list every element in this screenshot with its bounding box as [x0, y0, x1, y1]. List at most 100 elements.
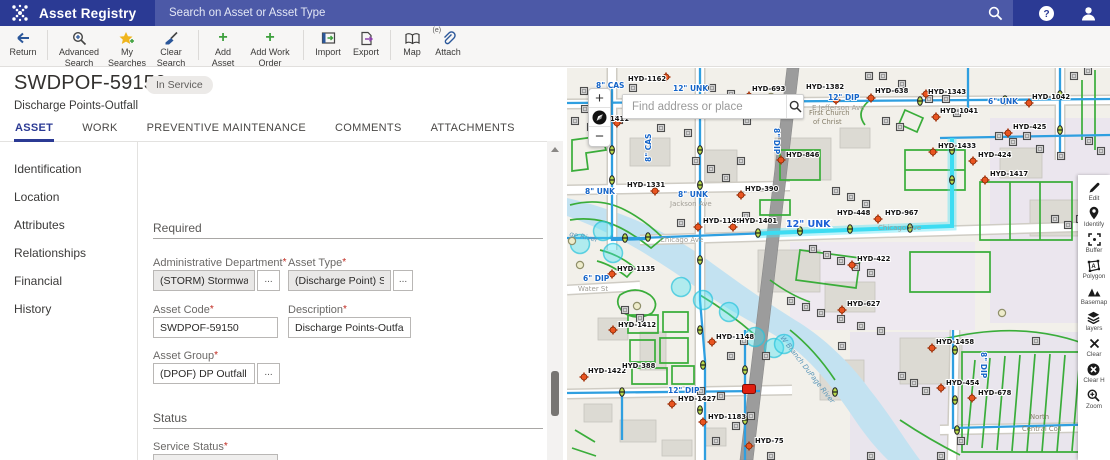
catch-basin-marker[interactable] [1063, 220, 1073, 230]
catch-basin-marker[interactable] [856, 321, 866, 331]
valve-marker[interactable] [952, 395, 958, 405]
map-tool-clear-h[interactable]: Clear H [1083, 362, 1105, 384]
valve-marker[interactable] [609, 145, 615, 155]
catch-basin-marker[interactable] [861, 199, 871, 209]
clear-search-button[interactable]: Clear Search [149, 26, 193, 68]
locate-button[interactable] [589, 108, 610, 127]
sidebar-item-location[interactable]: Location [0, 183, 137, 211]
attach-button[interactable]: (e) Attach [428, 26, 468, 58]
catch-basin-marker[interactable] [866, 268, 876, 278]
catch-basin-marker[interactable] [736, 156, 746, 166]
form-scrollbar[interactable] [547, 141, 563, 460]
selected-asset-halo[interactable] [692, 289, 714, 311]
manhole-marker[interactable] [632, 301, 642, 311]
catch-basin-marker[interactable] [656, 123, 666, 133]
sidebar-item-identification[interactable]: Identification [0, 155, 137, 183]
scroll-thumb[interactable] [551, 371, 559, 416]
valve-marker[interactable] [622, 233, 628, 243]
catch-basin-marker[interactable] [837, 341, 847, 351]
catch-basin-marker[interactable] [994, 131, 1004, 141]
zoom-in-button[interactable]: + [589, 89, 610, 108]
sidebar-item-financial[interactable]: Financial [0, 267, 137, 295]
map-tool-zoom[interactable]: Zoom [1086, 388, 1102, 410]
catch-basin-marker[interactable] [731, 421, 741, 431]
valve-marker[interactable] [847, 224, 853, 234]
catch-basin-marker[interactable] [808, 244, 818, 254]
catch-basin-marker[interactable] [921, 386, 931, 396]
tab-asset[interactable]: ASSET [14, 118, 55, 142]
tab-work[interactable]: WORK [81, 118, 118, 142]
catch-basin-marker[interactable] [816, 308, 826, 318]
selected-asset-halo[interactable] [602, 242, 624, 264]
catch-basin-marker[interactable] [876, 326, 886, 336]
valve-marker[interactable] [949, 175, 955, 185]
import-button[interactable]: Import [309, 26, 347, 58]
admin-dept-field[interactable] [153, 270, 255, 291]
catch-basin-marker[interactable] [570, 116, 580, 126]
catch-basin-marker[interactable] [866, 451, 876, 460]
advanced-search-button[interactable]: Advanced Search [53, 26, 105, 68]
valve-marker[interactable] [619, 387, 625, 397]
map-button[interactable]: Map [396, 26, 428, 58]
map-tool-clear[interactable]: Clear [1086, 336, 1102, 358]
catch-basin-marker[interactable] [579, 86, 589, 96]
catch-basin-marker[interactable] [746, 411, 756, 421]
catch-basin-marker[interactable] [909, 378, 919, 388]
catch-basin-marker[interactable] [706, 164, 716, 174]
catch-basin-marker[interactable] [676, 218, 686, 228]
valve-marker[interactable] [697, 325, 703, 335]
catch-basin-marker[interactable] [881, 116, 891, 126]
catch-basin-marker[interactable] [941, 94, 951, 104]
valve-marker[interactable] [645, 232, 651, 242]
valve-marker[interactable] [1057, 125, 1063, 135]
map-canvas[interactable]: HYD-11621411HYD-693 HYD-1382 HYD-638 HYD-13… [567, 68, 1110, 460]
catch-basin-marker[interactable] [766, 451, 776, 460]
valve-marker[interactable] [952, 345, 958, 355]
valve-marker[interactable] [954, 425, 960, 435]
catch-basin-marker[interactable] [1069, 71, 1079, 81]
valve-marker[interactable] [697, 255, 703, 265]
map-tool-basemap[interactable]: Basemap [1081, 284, 1107, 306]
map-search-button[interactable] [786, 95, 803, 118]
valve-marker[interactable] [609, 175, 615, 185]
catch-basin-marker[interactable] [761, 351, 771, 361]
valve-marker[interactable] [697, 180, 703, 190]
catch-basin-marker[interactable] [836, 256, 846, 266]
add-asset-button[interactable]: + Add Asset [204, 26, 242, 68]
catch-basin-marker[interactable] [628, 83, 638, 93]
catch-basin-marker[interactable] [1008, 137, 1018, 147]
valve-marker[interactable] [697, 145, 703, 155]
map-tool-polygon[interactable]: A Polygon [1083, 258, 1105, 280]
catch-basin-marker[interactable] [1083, 68, 1093, 76]
catch-basin-marker[interactable] [726, 351, 736, 361]
catch-basin-marker[interactable] [1022, 131, 1032, 141]
sidebar-item-relationships[interactable]: Relationships [0, 239, 137, 267]
catch-basin-marker[interactable] [801, 302, 811, 312]
catch-basin-marker[interactable] [1056, 151, 1066, 161]
my-searches-button[interactable]: My Searches [105, 26, 149, 68]
asset-group-field[interactable] [153, 363, 255, 384]
map-search-box[interactable] [622, 94, 804, 119]
map-tool-layers[interactable]: layers [1086, 310, 1102, 332]
catch-basin-marker[interactable] [716, 391, 726, 401]
return-button[interactable]: Return [4, 26, 42, 58]
catch-basin-marker[interactable] [1096, 146, 1106, 156]
catch-basin-marker[interactable] [1084, 136, 1094, 146]
asset-group-lookup-button[interactable]: ... [257, 363, 280, 384]
asset-type-lookup-button[interactable]: ... [393, 270, 413, 291]
asset-code-field[interactable] [153, 317, 278, 338]
tab-preventive-maintenance[interactable]: PREVENTIVE MAINTENANCE [146, 118, 307, 142]
valve-marker[interactable] [755, 228, 761, 238]
tab-attachments[interactable]: ATTACHMENTS [430, 118, 516, 142]
export-button[interactable]: Export [347, 26, 385, 58]
sidebar-item-history[interactable]: History [0, 295, 137, 323]
valve-marker[interactable] [742, 365, 748, 375]
description-field[interactable] [288, 317, 411, 338]
add-work-order-button[interactable]: + Add Work Order [242, 26, 298, 68]
catch-basin-marker[interactable] [831, 186, 841, 196]
catch-basin-marker[interactable] [620, 305, 630, 315]
catch-basin-marker[interactable] [836, 314, 846, 324]
map-tool-buffer[interactable]: Buffer [1086, 232, 1102, 254]
catch-basin-marker[interactable] [846, 192, 856, 202]
admin-dept-lookup-button[interactable]: ... [257, 270, 280, 291]
